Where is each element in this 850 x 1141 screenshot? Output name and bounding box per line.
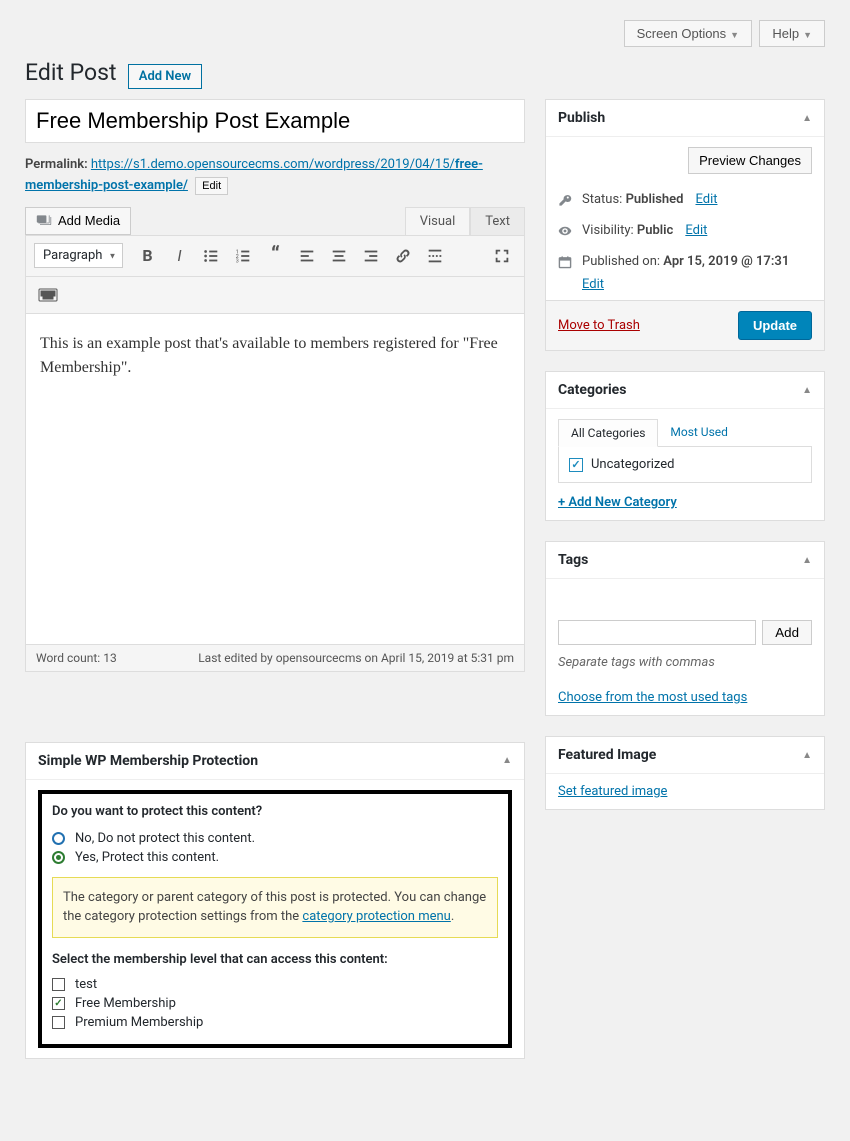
tab-all-categories[interactable]: All Categories [558, 419, 658, 447]
edit-status-link[interactable]: Edit [695, 192, 717, 207]
collapse-icon[interactable]: ▲ [802, 555, 812, 566]
category-item: Uncategorized [569, 457, 801, 472]
edit-slug-button[interactable]: Edit [195, 177, 228, 195]
add-tag-button[interactable]: Add [762, 620, 812, 645]
membership-level-label: Premium Membership [75, 1015, 203, 1030]
fullscreen-button[interactable] [488, 242, 516, 270]
chevron-down-icon: ▼ [803, 30, 812, 40]
membership-level-checkbox[interactable] [52, 997, 65, 1010]
help-button[interactable]: Help▼ [759, 20, 825, 47]
membership-level-row: Free Membership [52, 996, 498, 1011]
tab-text[interactable]: Text [470, 207, 525, 235]
read-more-button[interactable] [421, 242, 449, 270]
collapse-icon[interactable]: ▲ [802, 113, 812, 124]
blockquote-button[interactable]: “ [261, 242, 289, 270]
key-icon [558, 193, 574, 207]
collapse-icon[interactable]: ▲ [802, 385, 812, 396]
page-title: Edit Post [25, 57, 117, 88]
membership-level-row: test [52, 977, 498, 992]
chevron-down-icon: ▼ [730, 30, 739, 40]
tags-title: Tags [558, 552, 588, 568]
membership-level-row: Premium Membership [52, 1015, 498, 1030]
format-select[interactable]: Paragraph [34, 243, 123, 268]
move-to-trash-link[interactable]: Move to Trash [558, 318, 640, 333]
tab-visual[interactable]: Visual [405, 207, 471, 235]
media-icon [36, 213, 52, 229]
categories-title: Categories [558, 382, 626, 398]
last-edited: Last edited by opensourcecms on April 15… [198, 651, 514, 665]
membership-level-label: test [75, 977, 97, 992]
italic-button[interactable]: I [165, 242, 193, 270]
featured-image-title: Featured Image [558, 747, 656, 763]
add-media-button[interactable]: Add Media [25, 207, 131, 235]
preview-button[interactable]: Preview Changes [688, 147, 812, 174]
set-featured-image-link[interactable]: Set featured image [558, 784, 667, 799]
edit-visibility-link[interactable]: Edit [685, 223, 707, 238]
swpm-question2: Select the membership level that can acc… [52, 952, 498, 967]
category-protection-link[interactable]: category protection menu [302, 909, 450, 924]
link-button[interactable] [389, 242, 417, 270]
permalink-row: Permalink: https://s1.demo.opensourcecms… [25, 155, 525, 197]
permalink-link[interactable]: https://s1.demo.opensourcecms.com/wordpr… [25, 157, 483, 193]
collapse-icon[interactable]: ▲ [802, 750, 812, 761]
tag-hint: Separate tags with commas [558, 655, 812, 670]
category-checkbox[interactable] [569, 458, 583, 472]
align-right-button[interactable] [357, 242, 385, 270]
add-category-link[interactable]: + Add New Category [558, 495, 677, 510]
numbered-list-button[interactable]: 123 [229, 242, 257, 270]
swpm-question: Do you want to protect this content? [52, 804, 498, 819]
radio-yes-protect[interactable] [52, 851, 65, 864]
update-button[interactable]: Update [738, 311, 812, 340]
svg-text:3: 3 [236, 258, 239, 264]
calendar-icon [558, 255, 574, 269]
bold-button[interactable]: B [133, 242, 161, 270]
keyboard-toggle-button[interactable] [34, 281, 62, 309]
tag-input[interactable] [558, 620, 756, 645]
publish-title: Publish [558, 110, 605, 126]
align-left-button[interactable] [293, 242, 321, 270]
edit-date-link[interactable]: Edit [582, 277, 812, 292]
membership-level-label: Free Membership [75, 996, 176, 1011]
swpm-notice: The category or parent category of this … [52, 877, 498, 938]
editor-box: Paragraph B I 123 “ Th [25, 235, 525, 672]
post-title-input[interactable] [25, 99, 525, 143]
bullet-list-button[interactable] [197, 242, 225, 270]
visibility-icon [558, 224, 574, 238]
screen-options-button[interactable]: Screen Options▼ [624, 20, 753, 47]
choose-tags-link[interactable]: Choose from the most used tags [558, 690, 747, 705]
membership-level-checkbox[interactable] [52, 1016, 65, 1029]
collapse-icon[interactable]: ▲ [502, 755, 512, 766]
add-new-button[interactable]: Add New [128, 64, 202, 89]
align-center-button[interactable] [325, 242, 353, 270]
editor-content[interactable]: This is an example post that's available… [26, 314, 524, 644]
tab-most-used[interactable]: Most Used [658, 419, 740, 447]
swpm-title: Simple WP Membership Protection [38, 753, 258, 769]
radio-no-protect[interactable] [52, 832, 65, 845]
word-count: Word count: 13 [36, 651, 117, 665]
membership-level-checkbox[interactable] [52, 978, 65, 991]
category-label: Uncategorized [591, 457, 674, 472]
